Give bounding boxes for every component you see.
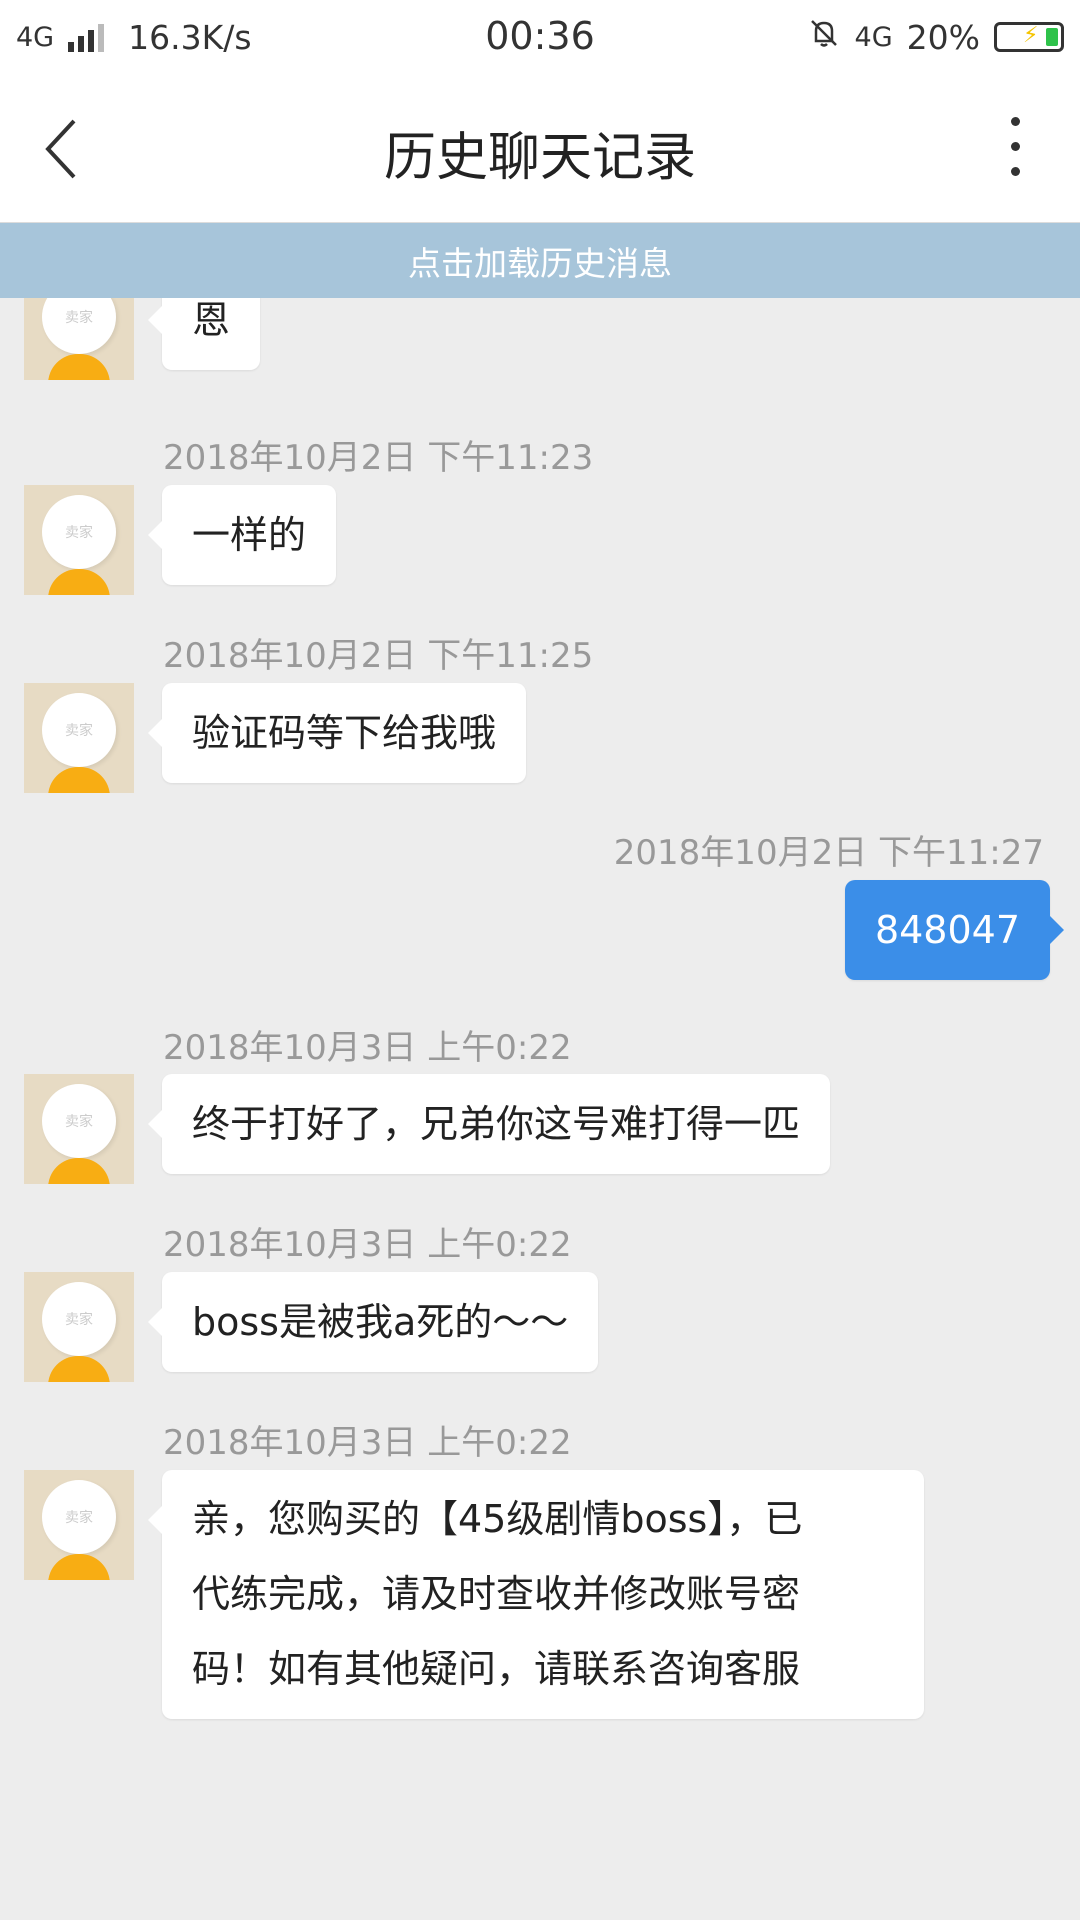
status-bar: 4G 16.3K/s 00:36 4G 20% ⚡ [0, 0, 1080, 75]
title-bar: 历史聊天记录 [0, 75, 1080, 223]
message-timestamp: 2018年10月2日 下午11:27 [613, 833, 1044, 873]
seller-avatar[interactable]: 卖家 [24, 1074, 134, 1184]
mute-bell-icon [807, 16, 841, 58]
seller-avatar[interactable]: 卖家 [24, 1272, 134, 1382]
message-timestamp: 2018年10月3日 上午0:22 [163, 1423, 572, 1463]
message-bubble[interactable]: 一样的 [147, 485, 337, 585]
seller-avatar[interactable]: 卖家 [24, 298, 134, 380]
message-timestamp: 2018年10月3日 上午0:22 [163, 1225, 572, 1265]
message-line: 亲，您购买的【45级剧情boss】，已 [192, 1497, 803, 1541]
message-line: 码！如有其他疑问，请联系咨询客服 [192, 1647, 801, 1691]
message-bubble[interactable]: 终于打好了，兄弟你这号难打得一匹 [147, 1074, 831, 1174]
message-bubble[interactable]: 恩 [147, 298, 261, 370]
page-title: 历史聊天记录 [383, 128, 696, 188]
battery-percent: 20% [906, 17, 980, 57]
message-line: 代练完成，请及时查收并修改账号密 [192, 1572, 801, 1616]
seller-avatar[interactable]: 卖家 [24, 1470, 134, 1580]
my-message-bubble[interactable]: 848047 [844, 880, 1065, 980]
seller-avatar[interactable]: 卖家 [24, 485, 134, 595]
message-timestamp: 2018年10月2日 下午11:25 [163, 636, 594, 676]
load-history-button[interactable]: 点击加载历史消息 [0, 223, 1080, 298]
status-right: 4G 20% ⚡ [807, 16, 1064, 58]
message-bubble[interactable]: 亲，您购买的【45级剧情boss】，已 代练完成，请及时查收并修改账号密 码！如… [148, 1470, 924, 1719]
message-timestamp: 2018年10月3日 上午0:22 [163, 1028, 572, 1068]
message-timestamp: 2018年10月2日 下午11:23 [163, 438, 594, 478]
message-bubble[interactable]: 验证码等下给我哦 [147, 683, 527, 783]
more-vertical-icon [1000, 117, 1030, 176]
message-bubble[interactable]: boss是被我a死的～～ [147, 1272, 599, 1372]
more-menu-button[interactable] [1000, 117, 1030, 181]
battery-icon: ⚡ [994, 22, 1064, 52]
seller-avatar[interactable]: 卖家 [24, 683, 134, 793]
chat-history[interactable]: 卖家 恩 2018年10月2日 下午11:23 卖家 一样的 2018年10月2… [0, 298, 1080, 1920]
network-type-right: 4G [854, 21, 893, 53]
